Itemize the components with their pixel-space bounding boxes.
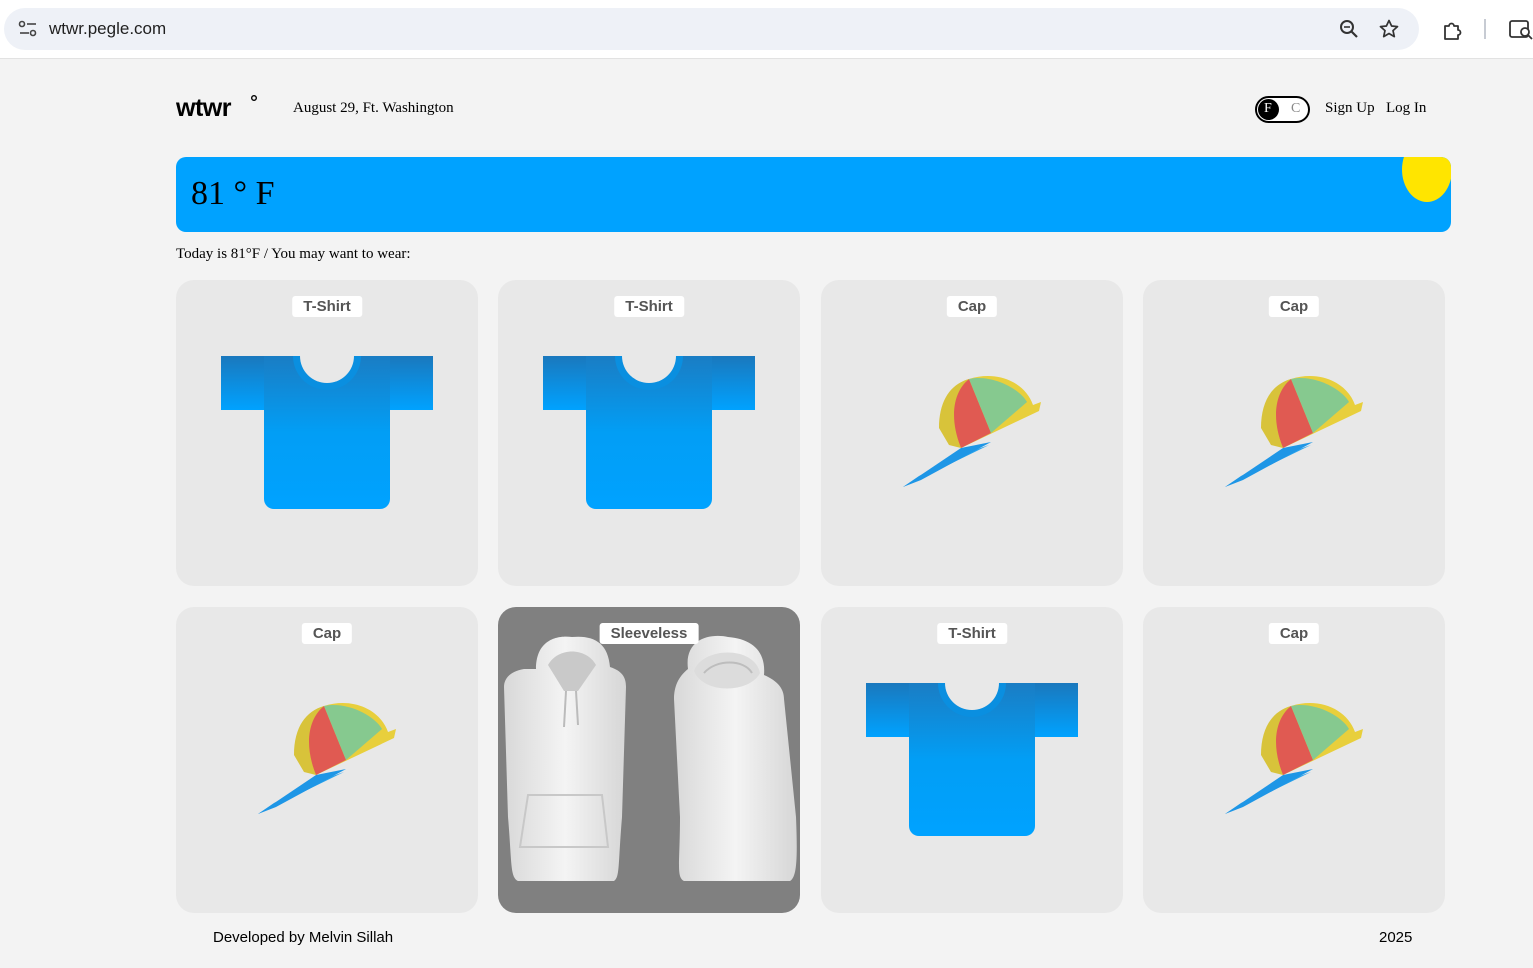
wtwr-logo[interactable]: wtwr [176,94,260,120]
weather-card: 81 ° F [176,157,1451,232]
extensions-icon[interactable] [1442,19,1464,41]
item-card[interactable]: Cap [1143,607,1445,913]
tshirt-icon [498,280,800,586]
tshirt-icon [176,280,478,586]
svg-text:wtwr: wtwr [176,94,232,120]
item-name: T-Shirt [292,296,362,317]
footer-year: 2025 [1379,929,1413,946]
sleeveless-hoodie-image [498,607,800,913]
item-name: Cap [301,623,353,644]
tshirt-icon [821,607,1123,913]
footer-developer: Developed by Melvin Sillah [213,929,394,946]
site-info-icon[interactable] [18,20,38,38]
sun-icon [1402,157,1451,202]
item-name: T-Shirt [937,623,1007,644]
item-name: Cap [1268,623,1320,644]
bookmark-star-icon[interactable] [1379,19,1399,39]
tab-search-icon[interactable] [1508,19,1533,41]
address-bar[interactable]: wtwr.pegle.com [4,8,1419,50]
item-name: T-Shirt [614,296,684,317]
item-card[interactable]: T-Shirt [821,607,1123,913]
toggle-option-f[interactable]: F [1264,101,1272,117]
cap-icon [821,280,1123,586]
signup-button[interactable]: Sign Up [1325,100,1375,117]
item-card[interactable]: T-Shirt [176,280,478,586]
item-name: Cap [946,296,998,317]
login-button[interactable]: Log In [1386,100,1426,117]
item-card[interactable]: Cap [176,607,478,913]
recommendation-text: Today is 81°F / You may want to wear: [176,246,411,262]
browser-toolbar: wtwr.pegle.com [0,0,1533,59]
toggle-option-c[interactable]: C [1291,101,1300,117]
date-location: August 29, Ft. Washington [293,100,454,116]
item-name: Sleeveless [599,623,699,644]
item-card[interactable]: Sleeveless [498,607,800,913]
toolbar-divider [1484,19,1486,39]
cap-icon [1143,607,1445,913]
item-card[interactable]: Cap [1143,280,1445,586]
cap-icon [176,607,478,913]
item-card[interactable]: Cap [821,280,1123,586]
item-name: Cap [1268,296,1320,317]
url-text[interactable]: wtwr.pegle.com [49,19,166,39]
zoom-icon[interactable] [1339,19,1359,39]
weather-temperature: 81 ° F [191,175,275,212]
item-card[interactable]: T-Shirt [498,280,800,586]
cap-icon [1143,280,1445,586]
temperature-unit-toggle[interactable]: F C [1255,96,1310,123]
